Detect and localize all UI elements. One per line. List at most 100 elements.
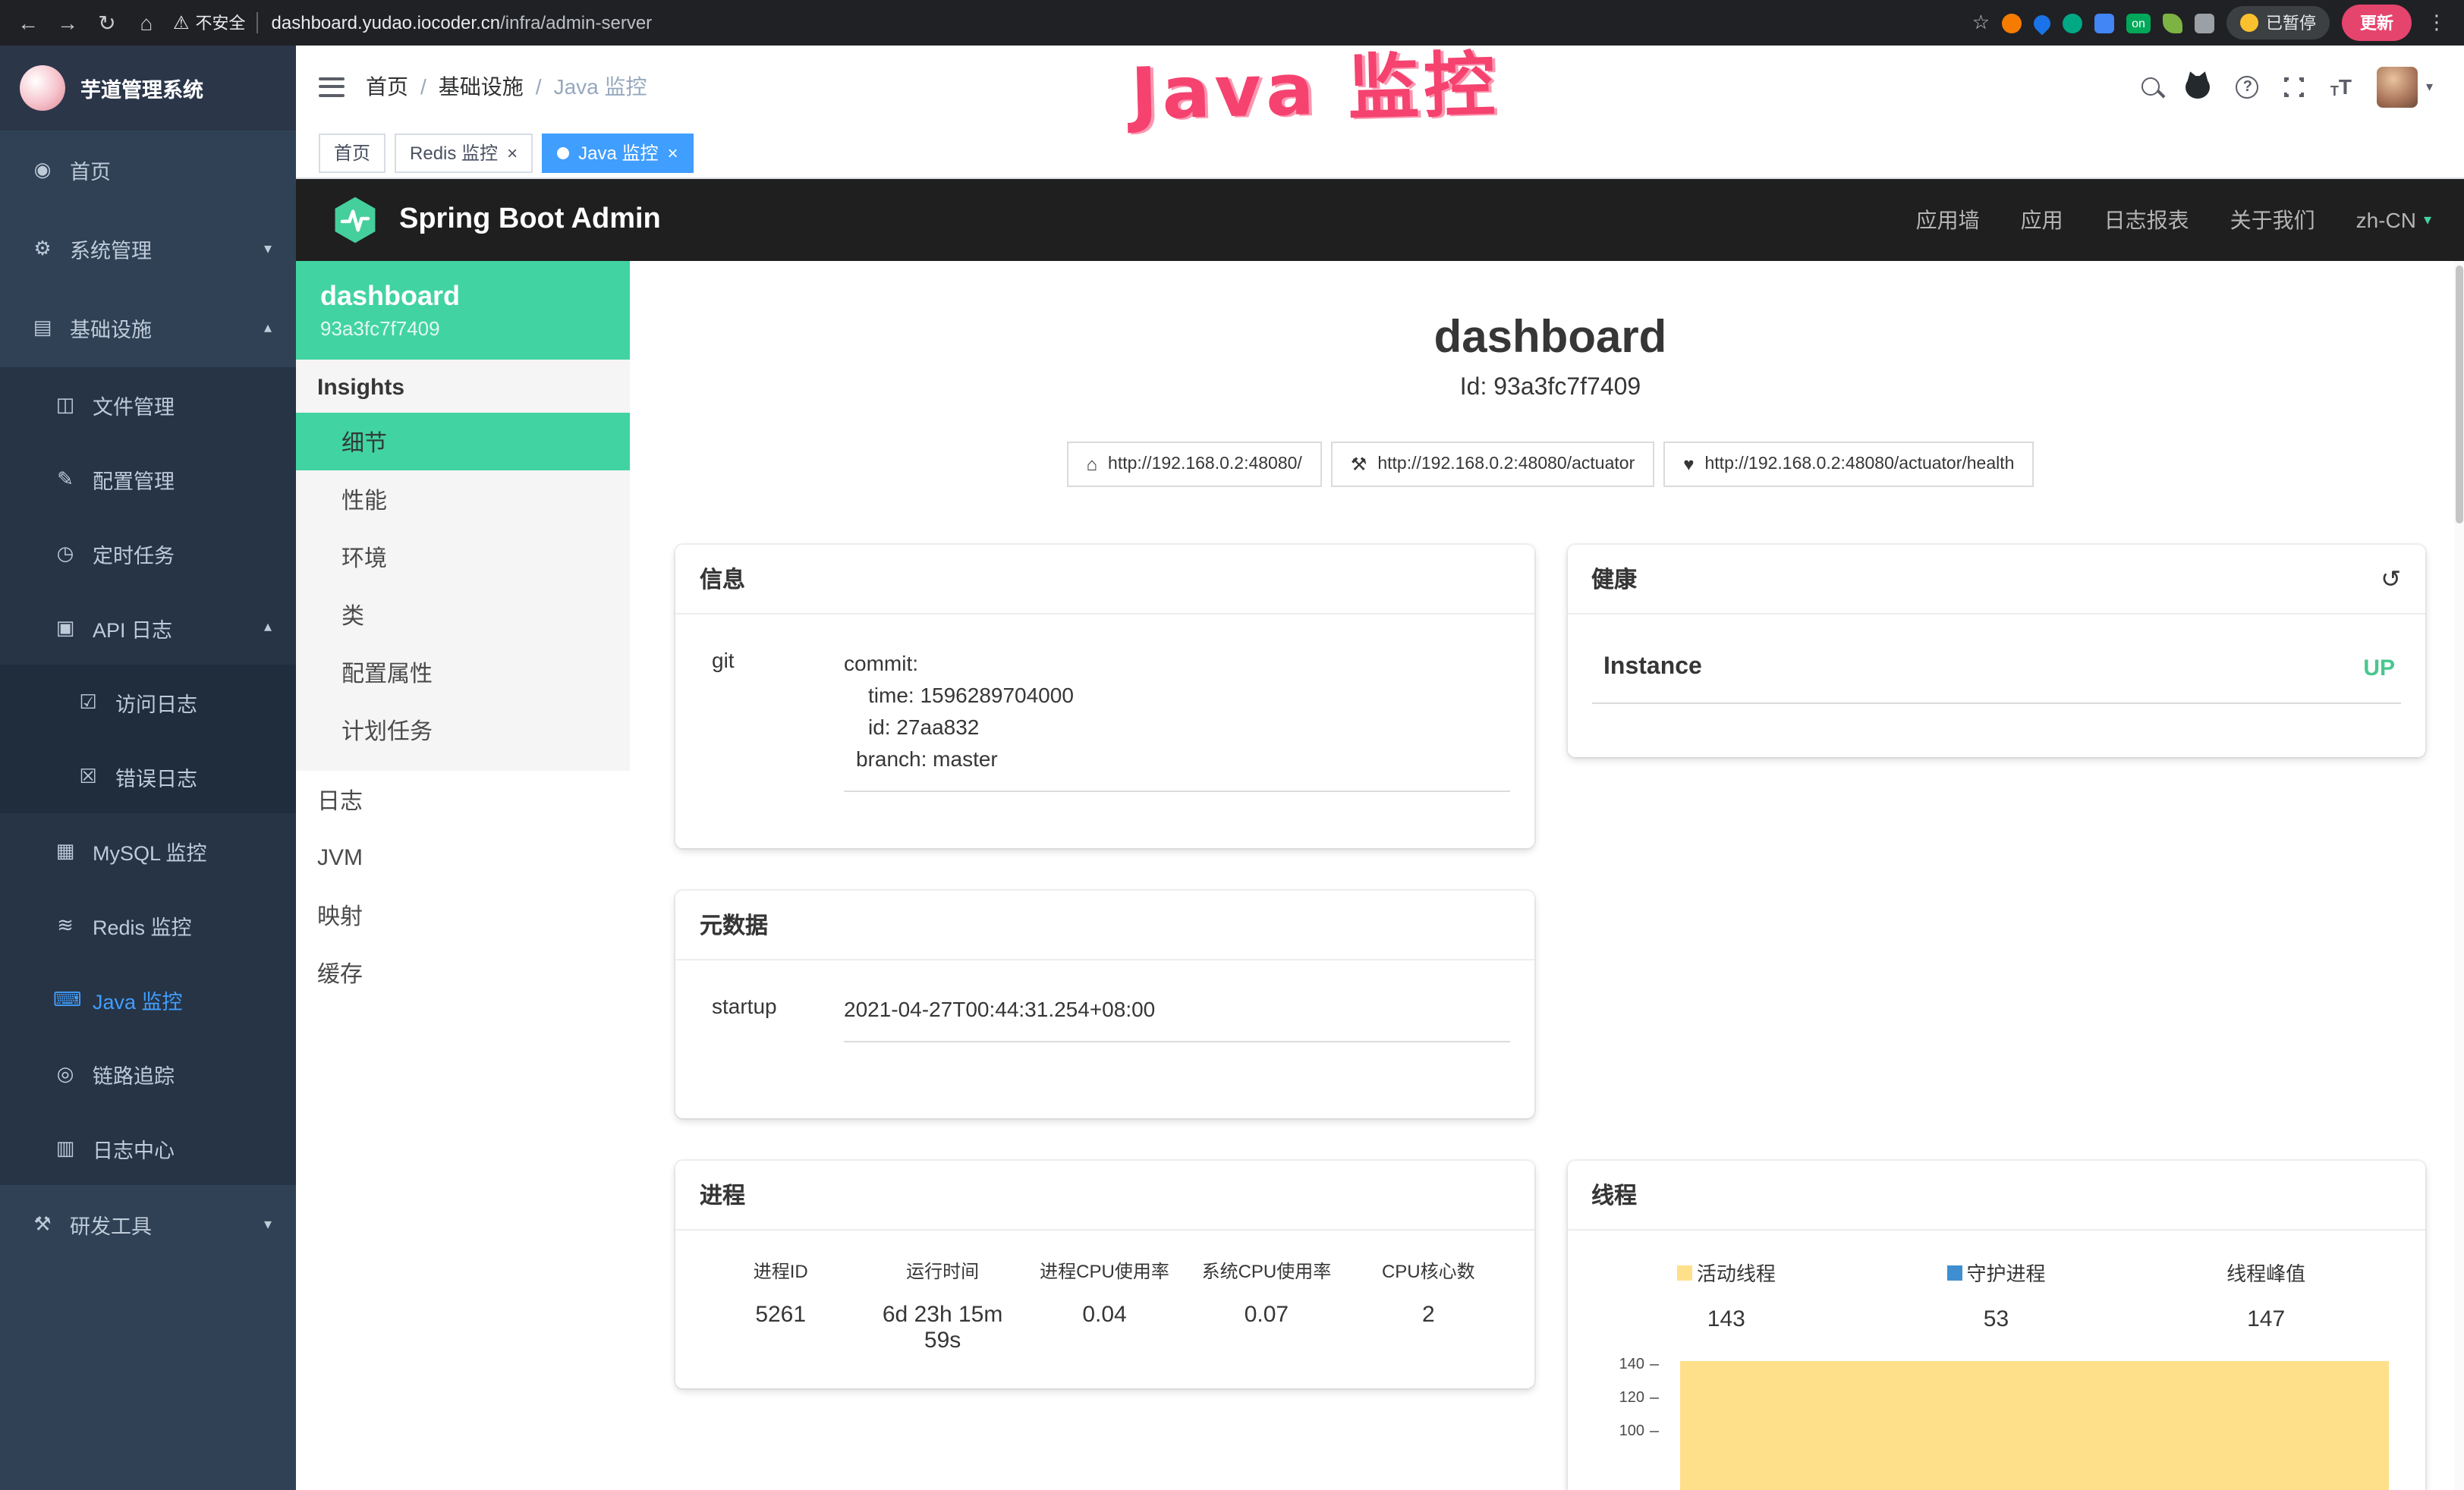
sidebar-item-link-tracing[interactable]: ◎ 链路追踪 — [0, 1036, 296, 1111]
sba-menu-jvm[interactable]: JVM — [296, 828, 630, 886]
chrome-update-button[interactable]: 更新 — [2342, 5, 2412, 41]
sba-nav-wallboard[interactable]: 应用墙 — [1916, 205, 1980, 235]
extension-pin-icon[interactable] — [2030, 11, 2053, 34]
page-title: dashboard — [675, 313, 2425, 364]
sidebar-item-home[interactable]: ◉ 首页 — [0, 130, 296, 209]
sidebar-item-label: 研发工具 — [70, 1209, 152, 1240]
extension-teal-icon[interactable] — [2063, 13, 2082, 33]
scrollbar-thumb[interactable] — [2456, 266, 2463, 523]
fullscreen-icon[interactable] — [2285, 77, 2305, 96]
extension-grid-icon[interactable] — [2094, 13, 2114, 33]
reload-button[interactable]: ↻ — [94, 10, 120, 36]
sidebar-item-error-logs[interactable]: ☒ 错误日志 — [0, 739, 296, 813]
error-log-icon: ☒ — [76, 764, 100, 788]
bookmark-icon[interactable]: ☆ — [1972, 11, 1990, 35]
sba-menu-scheduled-tasks[interactable]: 计划任务 — [296, 701, 630, 759]
chevron-down-icon: ▾ — [264, 1216, 272, 1233]
scrollbar — [2454, 261, 2464, 1490]
sidebar-item-label: 访问日志 — [115, 687, 197, 717]
breadcrumb-separator: / — [536, 74, 542, 99]
extension-on-icon[interactable]: on — [2126, 13, 2151, 33]
tab-java-monitor[interactable]: Java 监控 × — [542, 133, 693, 172]
admin-sidebar: 芋道管理系统 ◉ 首页 ⚙ 系统管理 ▾ ▤ 基础设施 ▴ ◫ 文件管理 ✎ — [0, 46, 296, 1490]
chevron-down-icon: ▾ — [2424, 212, 2431, 228]
sba-menu-classes[interactable]: 类 — [296, 586, 630, 643]
instance-link-health[interactable]: ♥ http://192.168.0.2:48080/actuator/heal… — [1663, 442, 2034, 487]
gear-icon: ⚙ — [30, 237, 55, 261]
breadcrumb-current: Java 监控 — [554, 71, 647, 102]
process-col-pid: 进程ID5261 — [700, 1258, 861, 1353]
extension-orange-icon[interactable] — [2002, 13, 2022, 33]
sba-brand-title[interactable]: Spring Boot Admin — [399, 203, 661, 237]
sidebar-item-api-logs[interactable]: ▣ API 日志 ▴ — [0, 590, 296, 665]
process-col-uptime: 运行时间6d 23h 15m 59s — [861, 1258, 1023, 1353]
sba-nav-applications[interactable]: 应用 — [2021, 205, 2063, 235]
paused-badge[interactable]: 已暂停 — [2226, 6, 2330, 39]
sidebar-item-scheduled-tasks[interactable]: ◷ 定时任务 — [0, 516, 296, 590]
tab-redis-monitor[interactable]: Redis 监控 × — [395, 133, 533, 172]
breadcrumb-separator: / — [420, 74, 426, 99]
sidebar-item-redis-monitor[interactable]: ≋ Redis 监控 — [0, 888, 296, 962]
git-time-line: time: 1596289704000 — [844, 680, 1503, 712]
sba-nav-about[interactable]: 关于我们 — [2230, 205, 2315, 235]
address-bar[interactable]: ⚠ 不安全 dashboard.yudao.iocoder.cn/infra/a… — [173, 11, 1959, 35]
extension-leaf-icon[interactable] — [2163, 13, 2182, 33]
file-icon: ◫ — [53, 392, 77, 417]
sidebar-item-label: 文件管理 — [93, 389, 175, 420]
sidebar-item-label: MySQL 监控 — [93, 835, 207, 866]
sba-menu-caches[interactable]: 缓存 — [296, 944, 630, 1001]
close-icon[interactable]: × — [507, 143, 518, 162]
text-size-icon[interactable] — [2330, 74, 2352, 99]
browser-menu-icon[interactable]: ⋮ — [2424, 11, 2450, 35]
process-col-cpus: CPU核心数2 — [1348, 1258, 1509, 1353]
sba-nav-journal[interactable]: 日志报表 — [2104, 205, 2189, 235]
process-col-system-cpu: 系统CPU使用率0.07 — [1185, 1258, 1347, 1353]
sidebar-item-java-monitor[interactable]: ⌨ Java 监控 — [0, 962, 296, 1036]
app-logo: 芋道管理系统 — [0, 46, 296, 130]
github-icon[interactable] — [2186, 75, 2211, 98]
cards-left-column: 信息 git commit: time: 1596289704000 id: 2… — [675, 545, 1534, 1490]
sidebar-item-mysql-monitor[interactable]: ▦ MySQL 监控 — [0, 813, 296, 888]
sba-menu-environment[interactable]: 环境 — [296, 528, 630, 586]
history-icon[interactable]: ↺ — [2381, 564, 2401, 594]
user-avatar[interactable] — [2377, 66, 2433, 107]
tab-home[interactable]: 首页 — [319, 133, 385, 172]
sba-locale-select[interactable]: zh-CN ▾ — [2356, 208, 2431, 232]
heart-icon: ♥ — [1683, 454, 1694, 475]
sidebar-item-system-management[interactable]: ⚙ 系统管理 ▾ — [0, 209, 296, 288]
sba-menu-details[interactable]: 细节 — [296, 413, 630, 470]
process-card: 进程 进程ID5261 运行时间6d 23h 15m 59s — [675, 1161, 1534, 1388]
sidebar-item-infrastructure[interactable]: ▤ 基础设施 ▴ — [0, 288, 296, 367]
sidebar-item-label: 首页 — [70, 155, 111, 185]
extensions-puzzle-icon[interactable] — [2195, 13, 2214, 33]
process-table: 进程ID5261 运行时间6d 23h 15m 59s 进程CPU使用率0.04 — [700, 1258, 1509, 1353]
status-badge: UP — [2363, 655, 2395, 681]
sidebar-item-config-management[interactable]: ✎ 配置管理 — [0, 442, 296, 516]
sba-menu-mappings[interactable]: 映射 — [296, 886, 630, 944]
back-button[interactable]: ← — [15, 11, 41, 35]
sba-menu-metrics[interactable]: 性能 — [296, 470, 630, 528]
security-warning[interactable]: ⚠ 不安全 — [173, 11, 246, 35]
hamburger-icon[interactable] — [319, 77, 345, 96]
sidebar-item-dev-tools[interactable]: ⚒ 研发工具 ▾ — [0, 1185, 296, 1264]
active-dot-icon — [557, 146, 569, 159]
sidebar-item-file-management[interactable]: ◫ 文件管理 — [0, 367, 296, 442]
forward-button[interactable]: → — [55, 11, 80, 35]
breadcrumb-section[interactable]: 基础设施 — [439, 71, 524, 102]
sidebar-item-log-center[interactable]: ▥ 日志中心 — [0, 1111, 296, 1185]
close-icon[interactable]: × — [667, 143, 678, 162]
instance-link-actuator[interactable]: ⚒ http://192.168.0.2:48080/actuator — [1331, 442, 1654, 487]
threads-legend: 活动线程 143 守护进程 53 线程峰值 — [1591, 1258, 2401, 1332]
sba-menu-logs[interactable]: 日志 — [296, 771, 630, 828]
sidebar-item-label: Java 监控 — [93, 984, 183, 1014]
sba-instance-header[interactable]: dashboard 93a3fc7f7409 — [296, 261, 630, 360]
instance-link-home[interactable]: ⌂ http://192.168.0.2:48080/ — [1067, 442, 1322, 487]
breadcrumb-home[interactable]: 首页 — [366, 71, 408, 102]
search-icon[interactable] — [2142, 77, 2160, 96]
sba-menu-config-props[interactable]: 配置属性 — [296, 643, 630, 701]
help-icon[interactable] — [2236, 75, 2259, 98]
info-card: 信息 git commit: time: 1596289704000 id: 2… — [675, 545, 1534, 848]
sidebar-item-access-logs[interactable]: ☑ 访问日志 — [0, 665, 296, 739]
sidebar-item-label: Redis 监控 — [93, 910, 192, 940]
home-button[interactable]: ⌂ — [134, 11, 159, 35]
